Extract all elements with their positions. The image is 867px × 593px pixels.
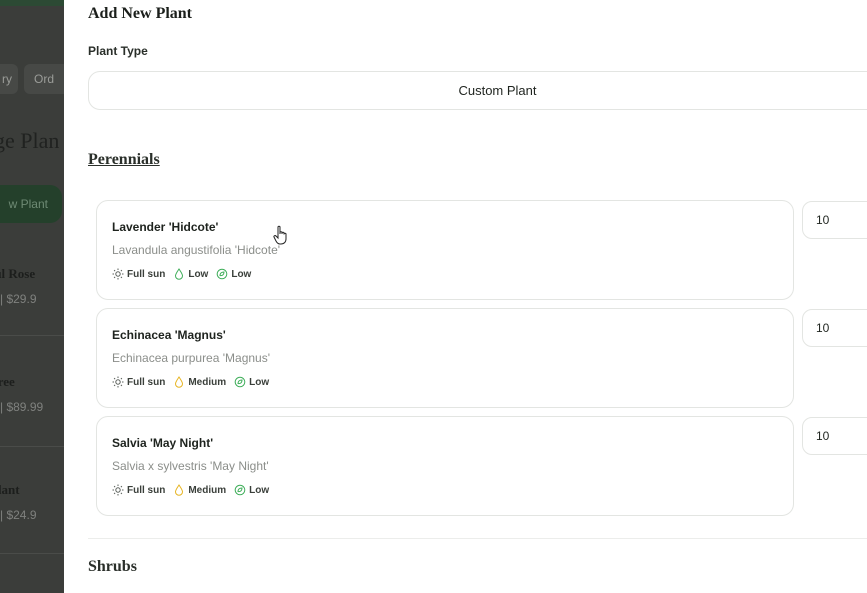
water-label: Low [188, 268, 209, 280]
water-label: Medium [188, 484, 227, 496]
sun-label: Full sun [127, 376, 166, 388]
sun-label: Full sun [127, 484, 166, 496]
plant-name: Lavender 'Hidcote' [112, 220, 219, 234]
section-title-perennials[interactable]: Perennials [88, 151, 160, 169]
water-drop-icon [175, 484, 184, 496]
background-list-item: Plant 5 | $24.9 [0, 482, 64, 522]
divider [0, 335, 64, 336]
section-divider [88, 538, 867, 539]
leaf-icon [234, 484, 246, 496]
plant-name: Echinacea 'Magnus' [112, 328, 226, 342]
background-item-price: 5 | $24.9 [0, 508, 37, 522]
maintenance-label: Low [249, 484, 270, 496]
background-item-name: Plant [0, 482, 20, 497]
quantity-input[interactable]: 10 [802, 309, 867, 347]
plant-attributes: Full sun Medium Low [112, 376, 269, 388]
water-drop-icon [175, 268, 184, 280]
divider [0, 446, 64, 447]
sun-icon [112, 484, 124, 496]
plant-scientific-name: Salvia x sylvestris 'May Night' [112, 459, 269, 473]
quantity-input[interactable]: 10 [802, 201, 867, 239]
sun-tag: Full sun [112, 484, 165, 496]
plant-name: Salvia 'May Night' [112, 436, 214, 450]
hand-cursor-icon [273, 225, 287, 245]
water-tag: Medium [173, 376, 226, 388]
background-add-plant-button: w Plant [0, 185, 62, 223]
plant-type-select[interactable]: Custom Plant [88, 71, 867, 110]
background-list-item: Tree 5 | $89.99 [0, 374, 64, 414]
background-tab: Ord [24, 64, 64, 94]
sun-label: Full sun [127, 268, 166, 280]
sun-tag: Full sun [112, 268, 165, 280]
background-heading: ge Plan [0, 128, 60, 153]
plant-card[interactable]: Salvia 'May Night' Salvia x sylvestris '… [96, 416, 794, 516]
background-topbar [0, 0, 64, 6]
water-tag: Medium [173, 484, 226, 496]
maintenance-label: Low [231, 268, 252, 280]
background-item-name: Tree [0, 374, 15, 389]
leaf-icon [217, 268, 228, 280]
maintenance-tag: Low [216, 268, 251, 280]
background-page: ry Ord ge Plan w Plant ful Rose 0 | $29.… [0, 0, 64, 593]
plant-scientific-name: Lavandula angustifolia 'Hidcote' [112, 243, 281, 257]
water-drop-icon [175, 376, 184, 388]
background-item-price: 5 | $89.99 [0, 400, 44, 414]
plant-card[interactable]: Lavender 'Hidcote' Lavandula angustifoli… [96, 200, 794, 300]
divider [0, 553, 64, 554]
water-label: Medium [188, 376, 227, 388]
quantity-input[interactable]: 10 [802, 417, 867, 455]
background-item-price: 0 | $29.9 [0, 292, 37, 306]
water-tag: Low [173, 268, 208, 280]
modal-title: Add New Plant [88, 5, 193, 22]
plant-attributes: Full sun Low Low [112, 268, 251, 280]
plant-type-label: Plant Type [88, 44, 148, 58]
plant-type-value: Custom Plant [458, 83, 537, 98]
sun-icon [112, 376, 124, 388]
section-title-shrubs[interactable]: Shrubs [88, 558, 137, 576]
plant-scientific-name: Echinacea purpurea 'Magnus' [112, 351, 271, 365]
add-plant-modal: Add New Plant Plant Type Custom Plant Pe… [64, 0, 867, 593]
background-tab: ry [0, 64, 18, 94]
background-item-name: ful Rose [0, 266, 36, 281]
maintenance-tag: Low [234, 376, 269, 388]
plant-card[interactable]: Echinacea 'Magnus' Echinacea purpurea 'M… [96, 308, 794, 408]
maintenance-tag: Low [234, 484, 269, 496]
background-list-item: ful Rose 0 | $29.9 [0, 266, 64, 306]
leaf-icon [234, 376, 246, 388]
sun-icon [112, 268, 124, 280]
sun-tag: Full sun [112, 376, 165, 388]
plant-attributes: Full sun Medium Low [112, 484, 269, 496]
maintenance-label: Low [249, 376, 270, 388]
